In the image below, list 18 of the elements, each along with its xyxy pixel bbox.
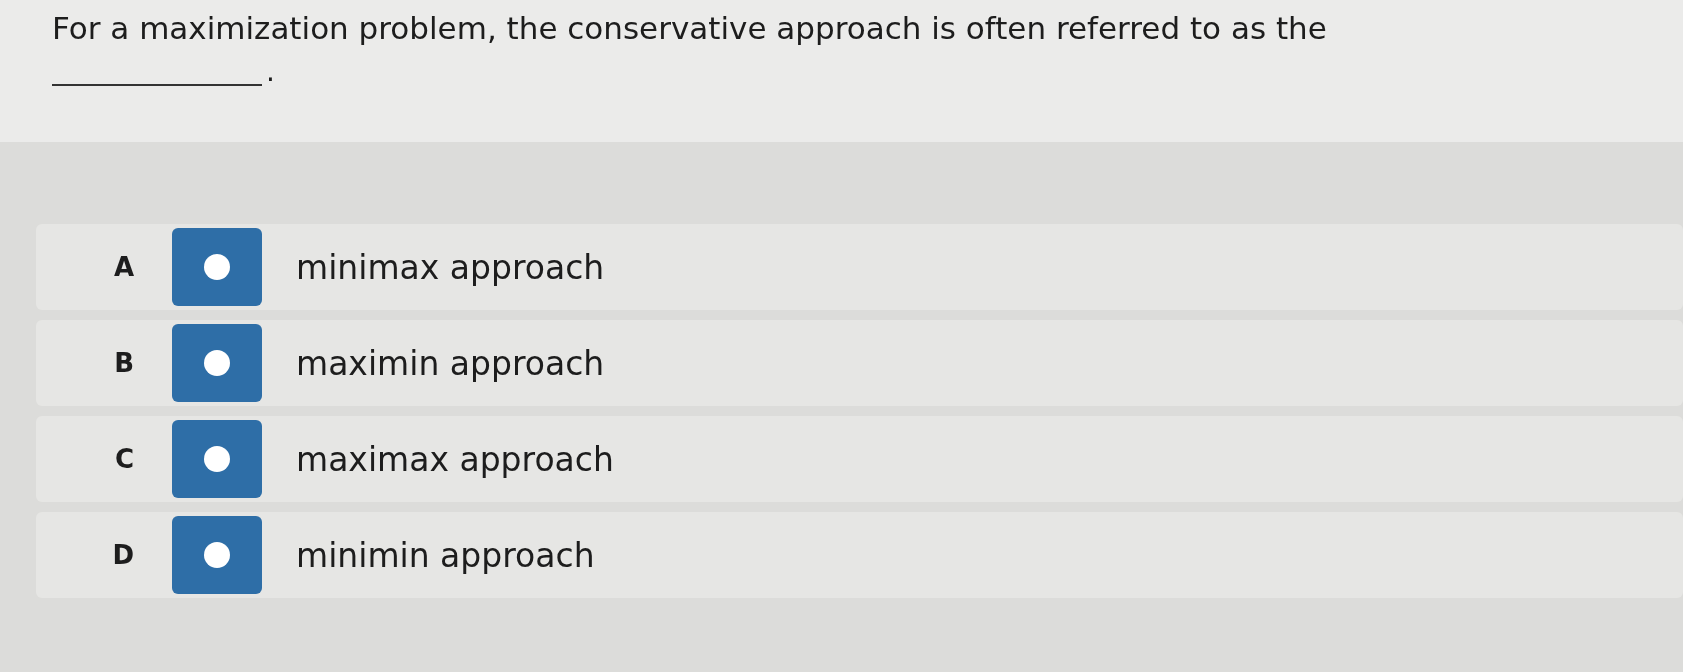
question-text: For a maximization problem, the conservative approach is often referred to as the	[52, 9, 1328, 48]
answer-option[interactable]: A minimax approach	[36, 224, 1683, 310]
option-label: maximax approach	[296, 439, 614, 479]
option-letter: A	[112, 252, 134, 282]
answer-option[interactable]: C maximax approach	[36, 416, 1683, 502]
option-letter: C	[113, 444, 134, 474]
radio-button[interactable]	[172, 228, 262, 306]
option-label: maximin approach	[296, 343, 605, 383]
option-letter: D	[111, 540, 134, 570]
radio-button[interactable]	[172, 516, 262, 594]
option-letter: B	[113, 348, 134, 378]
answer-option[interactable]: B maximin approach	[36, 320, 1683, 406]
answer-option[interactable]: D minimin approach	[36, 512, 1683, 598]
option-label: minimax approach	[296, 247, 605, 287]
radio-button[interactable]	[172, 324, 262, 402]
radio-button[interactable]	[172, 420, 262, 498]
period: .	[266, 58, 275, 86]
option-label: minimin approach	[296, 535, 595, 575]
